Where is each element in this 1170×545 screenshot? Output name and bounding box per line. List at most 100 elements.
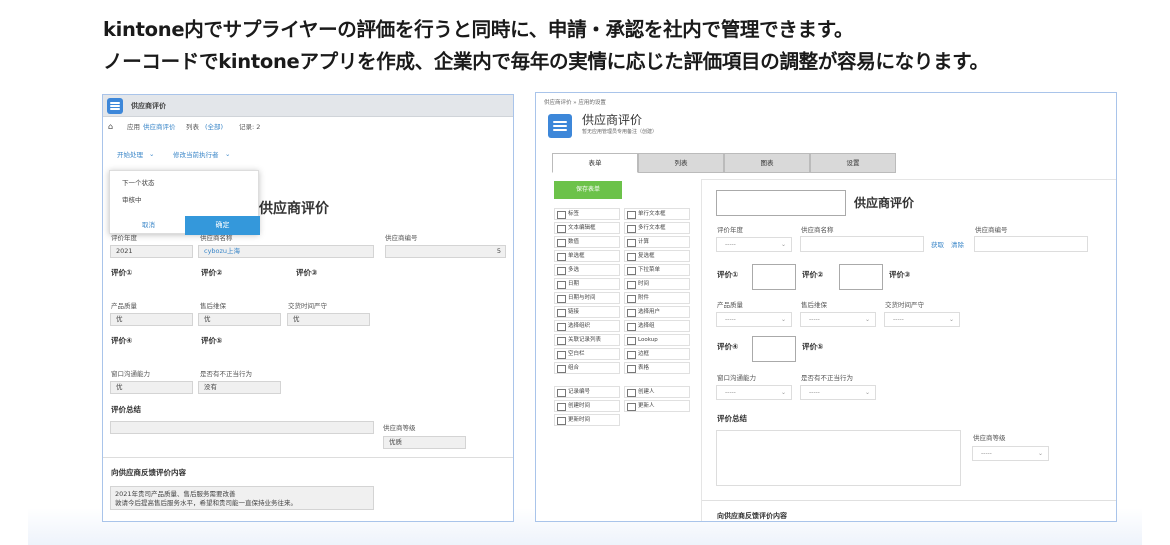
palette-item[interactable]: 多行文本框	[624, 222, 690, 234]
palette-item[interactable]: Lookup	[624, 334, 690, 346]
comm-label: 窗口沟通能力	[111, 370, 150, 378]
ok-button[interactable]: 确定	[185, 216, 260, 235]
after-sales-label: 售后维保	[801, 301, 827, 309]
summary-textarea[interactable]	[716, 430, 961, 486]
app-header: 供应商评价	[103, 95, 513, 117]
palette-item[interactable]: 日期与时间	[554, 292, 620, 304]
feedback-value: 2021年贵司产品质量、售后服务需要改善 敦请今后提高售后服务水平，希望和贵司能…	[110, 486, 374, 510]
breadcrumb-list-all[interactable]: (全部)	[205, 124, 223, 131]
change-assignee-button[interactable]: 修改当前执行者	[173, 152, 219, 159]
supplier-value[interactable]: cybozu上海	[198, 245, 374, 258]
palette-item[interactable]: 下拉菜单	[624, 264, 690, 276]
improper-select[interactable]: ----- ⌄	[800, 385, 876, 400]
code-input[interactable]	[974, 236, 1088, 252]
breadcrumb-list[interactable]: 列表	[186, 124, 199, 131]
palette-item[interactable]: 附件	[624, 292, 690, 304]
lookup-get-link[interactable]: 获取	[931, 242, 944, 249]
palette-item[interactable]: 单选框	[554, 250, 620, 262]
year-value: 2021	[110, 245, 193, 258]
breadcrumb-record: 记录: 2	[239, 123, 261, 131]
summary-label: 评价总结	[717, 414, 747, 423]
eval1-label: 评价①	[717, 270, 739, 279]
divider	[103, 457, 513, 458]
lookup-clear-link[interactable]: 清除	[951, 242, 964, 249]
settings-subtitle: 暂无应用管理员专用备注（创建）	[582, 129, 658, 135]
palette-item[interactable]: 时间	[624, 278, 690, 290]
breadcrumb-app[interactable]: 应用	[127, 124, 140, 131]
divider	[702, 500, 1116, 501]
app-title: 供应商评价	[131, 102, 166, 110]
save-form-button[interactable]: 保存表单	[554, 181, 622, 199]
palette-item[interactable]: 选择用户	[624, 306, 690, 318]
settings-form-title: 供应商评价	[854, 196, 915, 210]
summary-label: 评价总结	[111, 405, 141, 414]
feedback-title: 向供应商反馈评价内容	[717, 512, 787, 520]
record-detail-screenshot: 供应商评价 ⌂ 应用 供应商评价 列表 (全部) 记录: 2 开始处理 ⌄ 修改…	[102, 94, 514, 522]
palette-item[interactable]: 标签	[554, 208, 620, 220]
tab-list[interactable]: 列表	[638, 153, 724, 173]
after-sales-select[interactable]: ----- ⌄	[800, 312, 876, 327]
grade-select[interactable]: ----- ⌄	[972, 446, 1049, 461]
feedback-title: 向供应商反馈评价内容	[111, 468, 186, 477]
palette-item[interactable]: 空白栏	[554, 348, 620, 360]
quality-select[interactable]: ----- ⌄	[716, 312, 792, 327]
palette-item[interactable]: 复选框	[624, 250, 690, 262]
settings-breadcrumb[interactable]: 供应商评价 » 应用的设置	[544, 100, 606, 107]
tab-settings[interactable]: 设置	[810, 153, 896, 173]
label-placeholder[interactable]	[716, 190, 846, 216]
palette-item[interactable]: 记录编号	[554, 386, 620, 398]
delivery-value: 优	[287, 313, 370, 326]
code-label: 供应商编号	[385, 234, 418, 242]
year-label: 评价年度	[111, 234, 137, 242]
feedback-line-1: 2021年贵司产品质量、售后服务需要改善	[115, 490, 236, 498]
palette-item[interactable]: 单行文本框	[624, 208, 690, 220]
supplier-input[interactable]	[800, 236, 924, 252]
start-process-button[interactable]: 开始处理	[117, 152, 143, 159]
palette-item[interactable]: 创建人	[624, 386, 690, 398]
form-title: 供应商评价	[259, 201, 329, 217]
palette-item[interactable]: 链接	[554, 306, 620, 318]
palette-item[interactable]: 计算	[624, 236, 690, 248]
eval4-label: 评价④	[717, 342, 739, 351]
form-settings-screenshot: 供应商评价 » 应用的设置 供应商评价 暂无应用管理员专用备注（创建） 表单 列…	[535, 92, 1117, 522]
spacer-placeholder[interactable]	[839, 264, 883, 290]
code-label: 供应商编号	[975, 226, 1008, 234]
spacer-placeholder[interactable]	[752, 336, 796, 362]
delivery-label: 交货时间严守	[885, 301, 924, 309]
quality-label: 产品质量	[111, 302, 137, 310]
improper-label: 是否有不正当行为	[200, 370, 252, 378]
breadcrumb-app-name[interactable]: 供应商评价	[143, 124, 176, 131]
palette-item[interactable]: 边框	[624, 348, 690, 360]
palette-item[interactable]: 选择组	[624, 320, 690, 332]
spacer-placeholder[interactable]	[752, 264, 796, 290]
tab-chart[interactable]: 图表	[724, 153, 810, 173]
palette-item[interactable]: 组合	[554, 362, 620, 374]
eval3-label: 评价③	[296, 268, 318, 277]
palette-item[interactable]: 创建时间	[554, 400, 620, 412]
status-option[interactable]: 审核中	[122, 197, 142, 204]
palette-item[interactable]: 关联记录列表	[554, 334, 620, 346]
year-select[interactable]: ----- ⌄	[716, 237, 792, 252]
palette-item[interactable]: 更新时间	[554, 414, 620, 426]
cancel-button[interactable]: 取消	[142, 222, 155, 229]
after-sales-label: 售后维保	[200, 302, 226, 310]
delivery-select[interactable]: ----- ⌄	[884, 312, 960, 327]
tab-form[interactable]: 表单	[552, 153, 638, 173]
palette-item[interactable]: 多选	[554, 264, 620, 276]
palette-item[interactable]: 选择组织	[554, 320, 620, 332]
comm-select[interactable]: ----- ⌄	[716, 385, 792, 400]
palette-item[interactable]: 更新人	[624, 400, 690, 412]
chevron-down-icon: ⌄	[149, 150, 155, 158]
headline-line-1: kintone内でサプライヤーの評価を行うと同時に、申請・承認を社内で管理できま…	[103, 18, 854, 41]
after-sales-value: 优	[198, 313, 281, 326]
year-label: 评价年度	[717, 226, 743, 234]
palette-item[interactable]: 文本编辑框	[554, 222, 620, 234]
palette-item[interactable]: 数值	[554, 236, 620, 248]
comm-label: 窗口沟通能力	[717, 374, 756, 382]
palette-item[interactable]: 日期	[554, 278, 620, 290]
quality-label: 产品质量	[717, 301, 743, 309]
home-icon[interactable]: ⌂	[108, 123, 113, 131]
eval3-label: 评价③	[889, 270, 911, 279]
headline-line-2: ノーコードでkintoneアプリを作成、企業内で毎年の実情に応じた評価項目の調整…	[103, 50, 989, 73]
palette-item[interactable]: 表格	[624, 362, 690, 374]
